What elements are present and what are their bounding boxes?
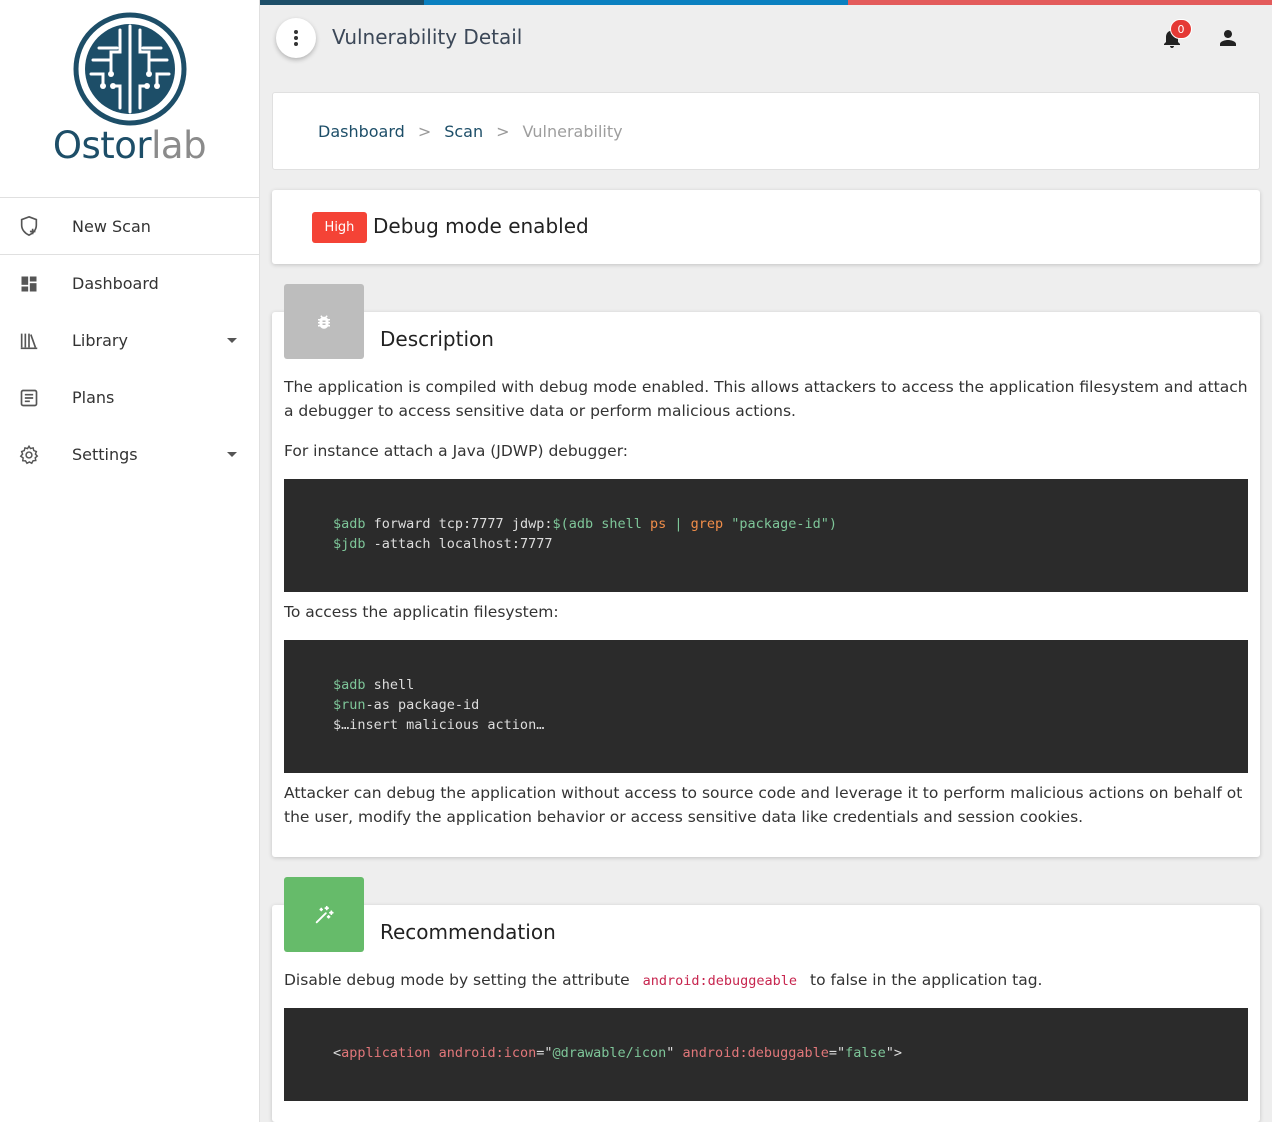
more-vertical-icon — [294, 30, 298, 46]
code-line: $adb shell — [333, 677, 414, 693]
logo-text-primary: Ostor — [52, 124, 152, 167]
code-token: =" — [828, 1045, 846, 1061]
code-token: ps — [650, 516, 667, 532]
breadcrumb-current: Vulnerability — [522, 121, 623, 141]
description-paragraph: Attacker can debug the application witho… — [284, 784, 1243, 826]
recommendation-title: Recommendation — [380, 920, 556, 944]
code-token: forward tcp:7777 jdwp: — [365, 516, 553, 532]
code-token: @drawable/icon — [552, 1045, 667, 1061]
chevron-down-icon — [227, 452, 237, 457]
recommendation-text: to false in the application tag. — [810, 971, 1043, 989]
top-bar-segment — [260, 0, 424, 5]
top-bar-segment — [424, 0, 848, 5]
sidebar-item-label: Library — [72, 331, 128, 350]
library-icon — [18, 330, 40, 352]
code-block: <application android:icon="@drawable/ico… — [284, 1008, 1248, 1101]
code-line: <application android:icon="@drawable/ico… — [333, 1045, 902, 1061]
sidebar-item-label: Settings — [72, 445, 138, 464]
code-block: $adb forward tcp:7777 jdwp:$(adb shell p… — [284, 479, 1248, 592]
shield-plus-icon — [18, 215, 40, 237]
code-line: $adb forward tcp:7777 jdwp:$(adb shell p… — [333, 516, 837, 532]
code-token: android:icon — [430, 1045, 537, 1061]
breadcrumb-separator: > — [496, 121, 510, 141]
description-card: Description The application is compiled … — [272, 284, 1260, 857]
sidebar-item-new-scan[interactable]: New Scan — [0, 198, 259, 255]
code-token: false — [845, 1045, 886, 1061]
code-token: | — [666, 516, 691, 532]
top-bar-segment — [848, 0, 1272, 5]
sidebar-item-dashboard[interactable]: Dashboard — [0, 255, 259, 312]
code-token: android:debuggable — [674, 1045, 829, 1061]
code-line: $run-as package-id — [333, 697, 479, 713]
sidebar-item-label: Plans — [72, 388, 115, 407]
page-title: Vulnerability Detail — [332, 25, 523, 49]
code-token: application — [341, 1045, 431, 1061]
menu-button[interactable] — [276, 18, 316, 58]
sidebar-item-settings[interactable]: Settings — [0, 426, 259, 483]
code-line: $…insert malicious action… — [333, 717, 545, 733]
description-paragraph: To access the applicatin filesystem: — [284, 603, 559, 621]
recommendation-paragraph: Disable debug mode by setting the attrib… — [284, 968, 1248, 993]
description-paragraph: For instance attach a Java (JDWP) debugg… — [284, 442, 629, 460]
user-account-icon[interactable] — [1216, 26, 1240, 50]
code-token: $jdb — [333, 536, 366, 552]
logo-text-secondary: lab — [151, 124, 207, 167]
code-token: $adb — [333, 677, 366, 693]
code-line: $jdb -attach localhost:7777 — [333, 536, 552, 552]
code-token: ) — [828, 516, 837, 532]
description-paragraph: The application is compiled with debug m… — [284, 378, 1248, 420]
sidebar-item-label: New Scan — [72, 216, 151, 236]
logo[interactable]: Ostorlab — [0, 0, 259, 198]
code-token: -as package-id — [365, 697, 480, 713]
sidebar-item-plans[interactable]: Plans — [0, 369, 259, 426]
recommendation-card: Recommendation Disable debug mode by set… — [272, 877, 1260, 1122]
gear-icon — [18, 444, 40, 466]
sidebar-item-library[interactable]: Library — [0, 312, 259, 369]
code-token: "> — [885, 1045, 903, 1061]
code-token: shell — [365, 677, 415, 693]
sidebar-item-label: Dashboard — [72, 274, 159, 293]
breadcrumb-link-dashboard[interactable]: Dashboard — [318, 122, 405, 141]
code-token: "package-id" — [723, 516, 829, 532]
inline-code: android:debuggeable — [642, 973, 798, 989]
code-token: -attach localhost:7777 — [365, 536, 553, 552]
code-token: =" — [536, 1045, 553, 1061]
code-token: $(adb shell — [552, 516, 650, 532]
breadcrumb-link-scan[interactable]: Scan — [444, 122, 483, 141]
recommendation-text: Disable debug mode by setting the attrib… — [284, 971, 630, 989]
code-token: < — [333, 1045, 342, 1061]
plans-icon — [18, 387, 40, 409]
description-title: Description — [380, 327, 494, 351]
severity-badge: High — [312, 212, 367, 243]
sidebar: Ostorlab New Scan Dashboard Library Plan… — [0, 0, 260, 1122]
vulnerability-title: Debug mode enabled — [373, 214, 589, 238]
breadcrumb: Dashboard > Scan > Vulnerability — [272, 92, 1260, 170]
logo-text: Ostorlab — [52, 124, 207, 167]
top-progress-bar — [260, 0, 1272, 5]
notification-count-badge: 0 — [1170, 19, 1192, 39]
chevron-down-icon — [227, 338, 237, 343]
code-token: grep — [690, 516, 724, 532]
breadcrumb-separator: > — [417, 121, 432, 141]
magic-wand-icon — [284, 877, 364, 952]
ostorlab-logo-icon — [73, 12, 186, 126]
vulnerability-title-card: High Debug mode enabled — [272, 190, 1260, 264]
code-block: $adb shell $run-as package-id $…insert m… — [284, 640, 1248, 773]
dashboard-icon — [18, 273, 40, 295]
code-token: $run — [333, 697, 366, 713]
bug-icon — [284, 284, 364, 359]
code-token: $adb — [333, 516, 366, 532]
